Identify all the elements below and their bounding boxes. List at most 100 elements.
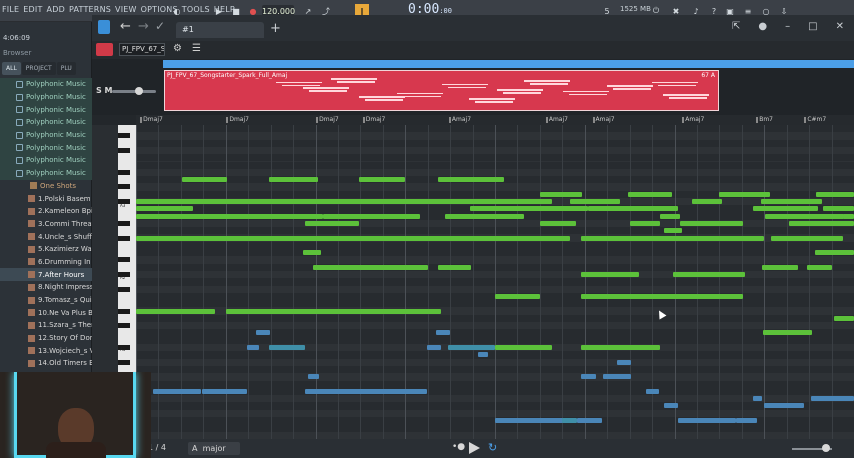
midi-note[interactable]: [495, 418, 564, 423]
midi-note[interactable]: [753, 396, 763, 402]
note-grid[interactable]: [136, 125, 854, 439]
midi-note[interactable]: [581, 293, 743, 299]
forward-icon[interactable]: →: [138, 19, 149, 34]
add-tab-icon[interactable]: +: [270, 21, 281, 36]
midi-note[interactable]: [540, 191, 582, 197]
midi-note[interactable]: [673, 272, 745, 277]
menu-file[interactable]: FILE: [2, 5, 19, 14]
midi-note[interactable]: [562, 418, 577, 423]
midi-note[interactable]: [448, 345, 495, 350]
midi-note[interactable]: [304, 220, 359, 226]
midi-note[interactable]: [202, 388, 248, 394]
close-icon[interactable]: ✕: [836, 21, 844, 32]
midi-note[interactable]: [663, 228, 682, 234]
black-key[interactable]: [118, 235, 130, 241]
midi-note[interactable]: [437, 264, 471, 270]
browser-item[interactable]: 11.Szara_s Ther: [0, 319, 92, 332]
midi-note[interactable]: [771, 235, 844, 241]
midi-note[interactable]: [678, 418, 736, 423]
chord-label[interactable]: Dmaj7: [316, 116, 339, 123]
midi-note[interactable]: [645, 388, 659, 394]
loop-icon[interactable]: ↻: [488, 441, 497, 454]
menu-patterns[interactable]: PATTERNS: [69, 5, 111, 14]
maximize-icon[interactable]: □: [808, 21, 817, 32]
browser-item[interactable]: 2.Kameleon Bpi: [0, 205, 92, 218]
chord-label[interactable]: Amaj7: [448, 116, 471, 123]
browser-item[interactable]: Polyphonic Music: [0, 141, 92, 155]
midi-note[interactable]: [679, 220, 743, 226]
browser-item[interactable]: One Shots: [0, 180, 92, 193]
midi-note[interactable]: [495, 293, 540, 299]
menu-edit[interactable]: EDIT: [23, 5, 42, 14]
midi-note[interactable]: [629, 220, 661, 226]
preview-play-icon[interactable]: [469, 442, 480, 454]
tab-pattern-1[interactable]: #1: [176, 22, 264, 38]
pattern-name-field[interactable]: PJ_FPV_67_Sc: [119, 43, 165, 56]
black-key[interactable]: [118, 133, 130, 139]
midi-note[interactable]: [426, 345, 442, 350]
midi-note[interactable]: [789, 220, 854, 226]
browser-item[interactable]: 4.Uncle_s Shuff: [0, 230, 92, 243]
tab-project[interactable]: PROJECT: [21, 62, 56, 75]
midi-note[interactable]: [302, 250, 321, 256]
midi-note[interactable]: [436, 330, 451, 336]
black-key[interactable]: [118, 184, 130, 190]
browser-item[interactable]: 5.Kazimierz Wa: [0, 243, 92, 256]
browser-item[interactable]: 13.Wojciech_s V: [0, 344, 92, 357]
midi-note[interactable]: [304, 388, 427, 394]
midi-note[interactable]: [247, 345, 260, 350]
midi-note[interactable]: [581, 235, 765, 241]
midi-note[interactable]: [136, 199, 553, 204]
midi-note[interactable]: [181, 177, 228, 183]
browser-item[interactable]: 14.Old Timers B: [0, 357, 92, 370]
tab-plugin[interactable]: PLU: [56, 62, 76, 75]
audio-clip[interactable]: PJ_FPV_67_Songstarter_Spark_Full_Amaj 67…: [164, 70, 719, 111]
midi-note[interactable]: [313, 264, 429, 270]
midi-note[interactable]: [753, 206, 819, 212]
midi-note[interactable]: [843, 213, 854, 219]
browser-item[interactable]: 7.After Hours: [0, 268, 92, 281]
user-icon[interactable]: ●: [758, 21, 767, 32]
midi-note[interactable]: [810, 396, 854, 402]
piano-roll-menu-icon[interactable]: [98, 20, 110, 34]
browser-item[interactable]: 10.Ne Va Plus B: [0, 306, 92, 319]
midi-note[interactable]: [581, 272, 639, 277]
chord-label[interactable]: Amaj7: [592, 116, 615, 123]
midi-note[interactable]: [136, 206, 194, 212]
volume-knob[interactable]: [135, 87, 143, 95]
chord-label[interactable]: Dmaj7: [140, 116, 163, 123]
browser-item[interactable]: 3.Commi Threat: [0, 218, 92, 231]
midi-note[interactable]: [762, 330, 812, 336]
midi-note[interactable]: [617, 359, 632, 365]
midi-note[interactable]: [815, 191, 854, 197]
black-key[interactable]: [118, 323, 130, 329]
midi-note[interactable]: [627, 191, 673, 197]
midi-note[interactable]: [764, 213, 844, 219]
midi-note[interactable]: [660, 213, 680, 219]
gear-icon[interactable]: ⚙: [173, 43, 182, 54]
black-key[interactable]: [118, 308, 130, 314]
midi-note[interactable]: [539, 220, 577, 226]
loop-dots-icon[interactable]: •●: [452, 442, 465, 452]
solo-mute-label[interactable]: S M: [96, 86, 113, 95]
midi-note[interactable]: [268, 177, 319, 183]
chord-label[interactable]: Dmaj7: [226, 116, 249, 123]
midi-note[interactable]: [719, 191, 770, 197]
black-key[interactable]: [118, 286, 130, 292]
menu-add[interactable]: ADD: [47, 5, 65, 14]
browser-item[interactable]: Polyphonic Music: [0, 154, 92, 167]
zoom-knob[interactable]: [822, 444, 830, 452]
timeline-ruler[interactable]: [163, 60, 854, 68]
black-key[interactable]: [118, 147, 130, 153]
midi-note[interactable]: [570, 199, 620, 204]
browser-item[interactable]: Polyphonic Music: [0, 103, 92, 117]
midi-note[interactable]: [308, 374, 320, 380]
midi-note[interactable]: [255, 330, 271, 336]
black-key[interactable]: [118, 220, 130, 226]
chord-label[interactable]: Amaj7: [545, 116, 568, 123]
midi-note[interactable]: [576, 418, 602, 423]
browser-item[interactable]: 1.Polski Basem: [0, 192, 92, 205]
chord-label[interactable]: C#m7: [804, 116, 826, 123]
menu-tools[interactable]: TOOLS: [182, 5, 210, 14]
midi-note[interactable]: [588, 206, 679, 212]
